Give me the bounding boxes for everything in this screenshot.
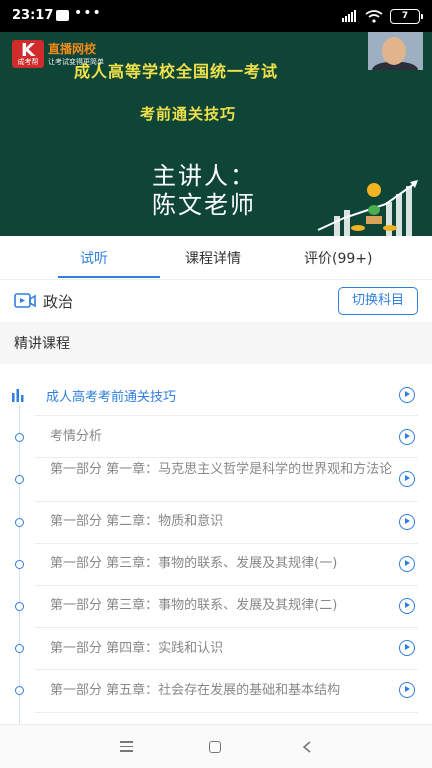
battery-level: 7 xyxy=(401,11,409,21)
subject-name: 政治 xyxy=(43,293,74,311)
message-icon xyxy=(56,10,69,21)
brand-logo-sub: 成考帮 xyxy=(17,58,39,66)
battery-icon: 7 xyxy=(390,8,423,24)
lesson-item[interactable]: 第一部分 第二章：物质和意识 xyxy=(0,502,432,544)
wifi-icon xyxy=(365,9,383,23)
course-tabs: 试听 课程详情 评价(99+) xyxy=(0,236,432,280)
system-navigation-bar xyxy=(0,724,432,768)
tab-trial[interactable]: 试听 xyxy=(80,248,108,268)
video-subtitle: 考前通关技巧 xyxy=(140,105,237,123)
brand-name: 直播网校 xyxy=(48,42,97,56)
subject-row: 政治 切换科目 xyxy=(0,280,432,322)
lesson-dot xyxy=(15,518,24,527)
lesson-item[interactable]: 第一部分 第三章：事物的联系、发展及其规律(一) xyxy=(0,544,432,586)
lesson-title: 第一部分 第三章：事物的联系、发展及其规律(二) xyxy=(50,598,338,613)
play-icon[interactable] xyxy=(399,640,415,656)
play-icon[interactable] xyxy=(399,598,415,614)
lesson-item[interactable]: 第一部分 第五章：社会存在发展的基础和基本结构 xyxy=(0,670,432,712)
play-icon[interactable] xyxy=(399,514,415,530)
lesson-item[interactable]: 第一部分 第一章：马克思主义哲学是科学的世界观和方法论 xyxy=(0,458,432,501)
play-icon[interactable] xyxy=(399,682,415,698)
lesson-item[interactable]: 考情分析 xyxy=(0,416,432,458)
tab-course-details[interactable]: 课程详情 xyxy=(185,248,241,268)
lesson-title: 第一部分 第二章：物质和意识 xyxy=(50,514,224,529)
bar-chart-icon xyxy=(12,389,24,402)
lesson-dot xyxy=(15,433,24,442)
lesson-title: 第一部分 第五章：社会存在发展的基础和基本结构 xyxy=(50,683,341,698)
lesson-dot xyxy=(15,560,24,569)
growth-chart-decoration-icon xyxy=(317,180,418,236)
signal-icon xyxy=(342,10,356,22)
active-tab-indicator xyxy=(58,276,160,278)
switch-subject-button[interactable]: 切换科目 xyxy=(338,287,418,315)
play-icon[interactable] xyxy=(399,471,415,487)
lesson-dot xyxy=(15,475,24,484)
tab-reviews[interactable]: 评价(99+) xyxy=(304,248,372,268)
lesson-dot xyxy=(15,644,24,653)
lecturer-name: 陈文老师 xyxy=(152,191,256,219)
video-player[interactable]: K 成考帮 直播网校 让考试变得更简单 成人高等学校全国统一考试 考前通关技巧 … xyxy=(0,32,432,236)
home-icon[interactable] xyxy=(209,741,221,753)
status-bar: 23:17 ••• 7 xyxy=(0,0,432,32)
chapter-title[interactable]: 成人高考考前通关技巧 xyxy=(46,386,176,405)
play-icon[interactable] xyxy=(399,429,415,445)
menu-icon[interactable] xyxy=(120,741,133,752)
brand-logo-letter: K xyxy=(21,40,35,61)
lesson-dot xyxy=(15,602,24,611)
lesson-title: 第一部分 第四章：实践和认识 xyxy=(50,641,224,656)
lesson-title: 第一部分 第三章：事物的联系、发展及其规律(一) xyxy=(50,556,338,571)
back-icon[interactable] xyxy=(302,741,312,753)
lesson-item[interactable]: 第一部分 第四章：实践和认识 xyxy=(0,628,432,670)
section-title: 精讲课程 xyxy=(14,336,70,352)
lesson-dot xyxy=(15,686,24,695)
lesson-item[interactable]: 第一部分 第三章：事物的联系、发展及其规律(二) xyxy=(0,586,432,628)
more-notifications-icon: ••• xyxy=(74,5,102,21)
play-icon[interactable] xyxy=(399,556,415,572)
lesson-title: 考情分析 xyxy=(50,429,103,444)
teacher-camera-thumbnail xyxy=(368,32,423,70)
play-icon[interactable] xyxy=(399,387,415,403)
lesson-title: 第一部分 第一章：马克思主义哲学是科学的世界观和方法论 xyxy=(50,462,393,477)
video-title: 成人高等学校全国统一考试 xyxy=(74,62,279,81)
video-icon xyxy=(14,293,36,308)
section-header: 精讲课程 xyxy=(0,322,432,364)
status-time: 23:17 xyxy=(12,8,54,23)
status-indicators: 7 xyxy=(342,7,423,25)
